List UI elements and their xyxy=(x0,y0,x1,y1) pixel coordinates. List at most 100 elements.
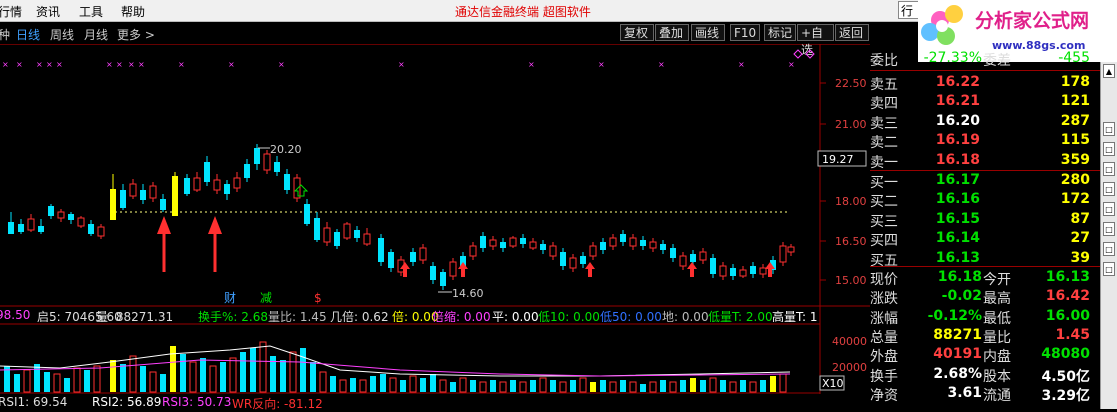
volume-bar xyxy=(530,380,536,392)
quote-row: 买一 16.17 280 xyxy=(870,171,1100,191)
mark-button[interactable]: 标记 xyxy=(764,24,796,41)
candle-body xyxy=(529,241,537,249)
indicator-value: 低量T: 2.00 xyxy=(708,310,773,322)
tab-daily[interactable]: 日线 xyxy=(16,26,40,43)
sell-level-label: 卖四 xyxy=(870,96,898,113)
kline-chart[interactable]: × × × × × × × × × × × × × × × × × × 20.2014.60财减 $ 22.5021… xyxy=(0,44,870,394)
f10-button[interactable]: F10 xyxy=(730,24,760,41)
draw-line-button[interactable]: 画线 xyxy=(691,24,725,41)
tab-more[interactable]: 更多 > xyxy=(117,26,155,43)
candle-body xyxy=(378,238,384,262)
buy-level-label: 买一 xyxy=(870,175,898,191)
candle-body xyxy=(449,261,457,277)
candle-body xyxy=(48,206,54,216)
buy-level-label: 买二 xyxy=(870,194,898,211)
volume-bar xyxy=(430,374,436,392)
indicator-value: 高量T: 1 xyxy=(772,310,818,322)
menu-news[interactable]: 资讯 xyxy=(36,3,60,20)
volume-bar xyxy=(420,378,426,392)
market-box[interactable]: 行 xyxy=(898,1,920,19)
quote-row: 卖五 16.22 178 xyxy=(870,73,1100,93)
candle-body xyxy=(8,222,14,234)
indicator-value: 倍缩: 0.00 xyxy=(432,310,491,322)
sell-level-volume: 359 xyxy=(1060,151,1090,168)
side-button-3[interactable]: □ xyxy=(1103,162,1115,176)
stat-value: 48080 xyxy=(1041,346,1090,363)
small-buy-arrow-icon xyxy=(687,262,697,277)
candle-body xyxy=(569,257,577,269)
candle-body xyxy=(129,183,137,197)
tab-monthly[interactable]: 月线 xyxy=(84,26,108,43)
signal-x-icon: × xyxy=(278,60,285,69)
candle-body xyxy=(410,252,416,262)
back-button[interactable]: 返回 xyxy=(835,24,869,41)
stat-value: 3.29亿 xyxy=(1041,387,1090,404)
tab-weekly[interactable]: 周线 xyxy=(50,26,74,43)
volume-bar xyxy=(470,380,476,392)
candle-body xyxy=(730,268,736,276)
restore-rights-button[interactable]: 复权 xyxy=(620,24,654,41)
logo-title: 分析家公式网 xyxy=(975,9,1089,32)
menu-tools[interactable]: 工具 xyxy=(79,3,103,20)
volume-bar xyxy=(600,380,606,392)
volume-bar xyxy=(519,381,527,393)
candle-body xyxy=(204,162,210,182)
rsi-value: WR反向: -81.12 xyxy=(232,397,323,411)
side-scrollbar[interactable]: ▲ □ □ □ □ □ □ □ □ xyxy=(1100,62,1117,409)
stat-value: 40191 xyxy=(933,346,982,363)
stat-value: 2.68% xyxy=(933,365,982,382)
volume-bar xyxy=(200,358,206,392)
sell-level-label: 卖五 xyxy=(870,77,898,93)
stat-label: 最高 xyxy=(983,291,1011,308)
volume-bar xyxy=(310,362,316,392)
menu-market[interactable]: 行情 xyxy=(0,3,22,20)
indicator-value: 低10: 0.00 xyxy=(538,310,600,322)
volume-bar xyxy=(53,373,61,393)
side-button-7[interactable]: □ xyxy=(1103,242,1115,256)
stat-label: 股本 xyxy=(983,368,1011,385)
stat-label: 最低 xyxy=(983,310,1011,327)
sell-level-label: 卖二 xyxy=(870,135,898,152)
signal-x-icon: × xyxy=(106,60,113,69)
candle-body xyxy=(149,185,157,199)
volume-bar xyxy=(409,375,417,393)
indicator-value: 几倍: 0.62 xyxy=(330,310,389,322)
overlay-button[interactable]: 叠加 xyxy=(655,24,689,41)
volume-bar xyxy=(370,376,376,392)
tick-current-price: 19.27 xyxy=(822,153,854,166)
candle-body xyxy=(27,218,35,231)
candle-body xyxy=(670,248,676,258)
side-button-5[interactable]: □ xyxy=(1103,202,1115,216)
side-button-6[interactable]: □ xyxy=(1103,222,1115,236)
buy-arrow-head xyxy=(208,216,222,234)
signal-x-icon: × xyxy=(658,60,665,69)
signal-x-icon: × xyxy=(116,60,123,69)
volume-bar xyxy=(319,371,327,393)
stat-value: -0.12% xyxy=(927,307,982,324)
side-button-1[interactable]: □ xyxy=(1103,122,1115,136)
signal-x-icon: × xyxy=(138,60,145,69)
stat-value: 16.00 xyxy=(1045,307,1090,324)
diamond-icon xyxy=(793,49,803,59)
candle-body xyxy=(690,254,696,262)
side-button-8[interactable]: □ xyxy=(1103,262,1115,276)
add-watchlist-button[interactable]: +自选 xyxy=(797,24,834,57)
dollar-mark: $ xyxy=(314,291,322,305)
scroll-up-icon[interactable]: ▲ xyxy=(1103,64,1115,78)
menu-help[interactable]: 帮助 xyxy=(121,3,145,20)
volume-bar xyxy=(289,351,297,393)
side-button-2[interactable]: □ xyxy=(1103,142,1115,156)
candle-body xyxy=(254,148,260,164)
indicator-value: 98.50 xyxy=(0,308,31,322)
volume-bar xyxy=(93,365,101,393)
volume-bar xyxy=(110,360,116,392)
side-button-4[interactable]: □ xyxy=(1103,182,1115,196)
quote-row: 卖四 16.21 121 xyxy=(870,92,1100,113)
volume-bar xyxy=(640,384,646,392)
stat-value: -0.02 xyxy=(941,288,982,305)
candle-body xyxy=(419,247,427,261)
tab-minute[interactable]: 种 xyxy=(0,26,10,43)
stat-value: 16.13 xyxy=(1045,269,1090,285)
chart-toolbar: 种 日线 周线 月线 更多 > 复权 叠加 画线 F10 标记 +自选 返回 xyxy=(0,22,870,57)
quote-row: 买五 16.13 39 xyxy=(870,249,1100,269)
